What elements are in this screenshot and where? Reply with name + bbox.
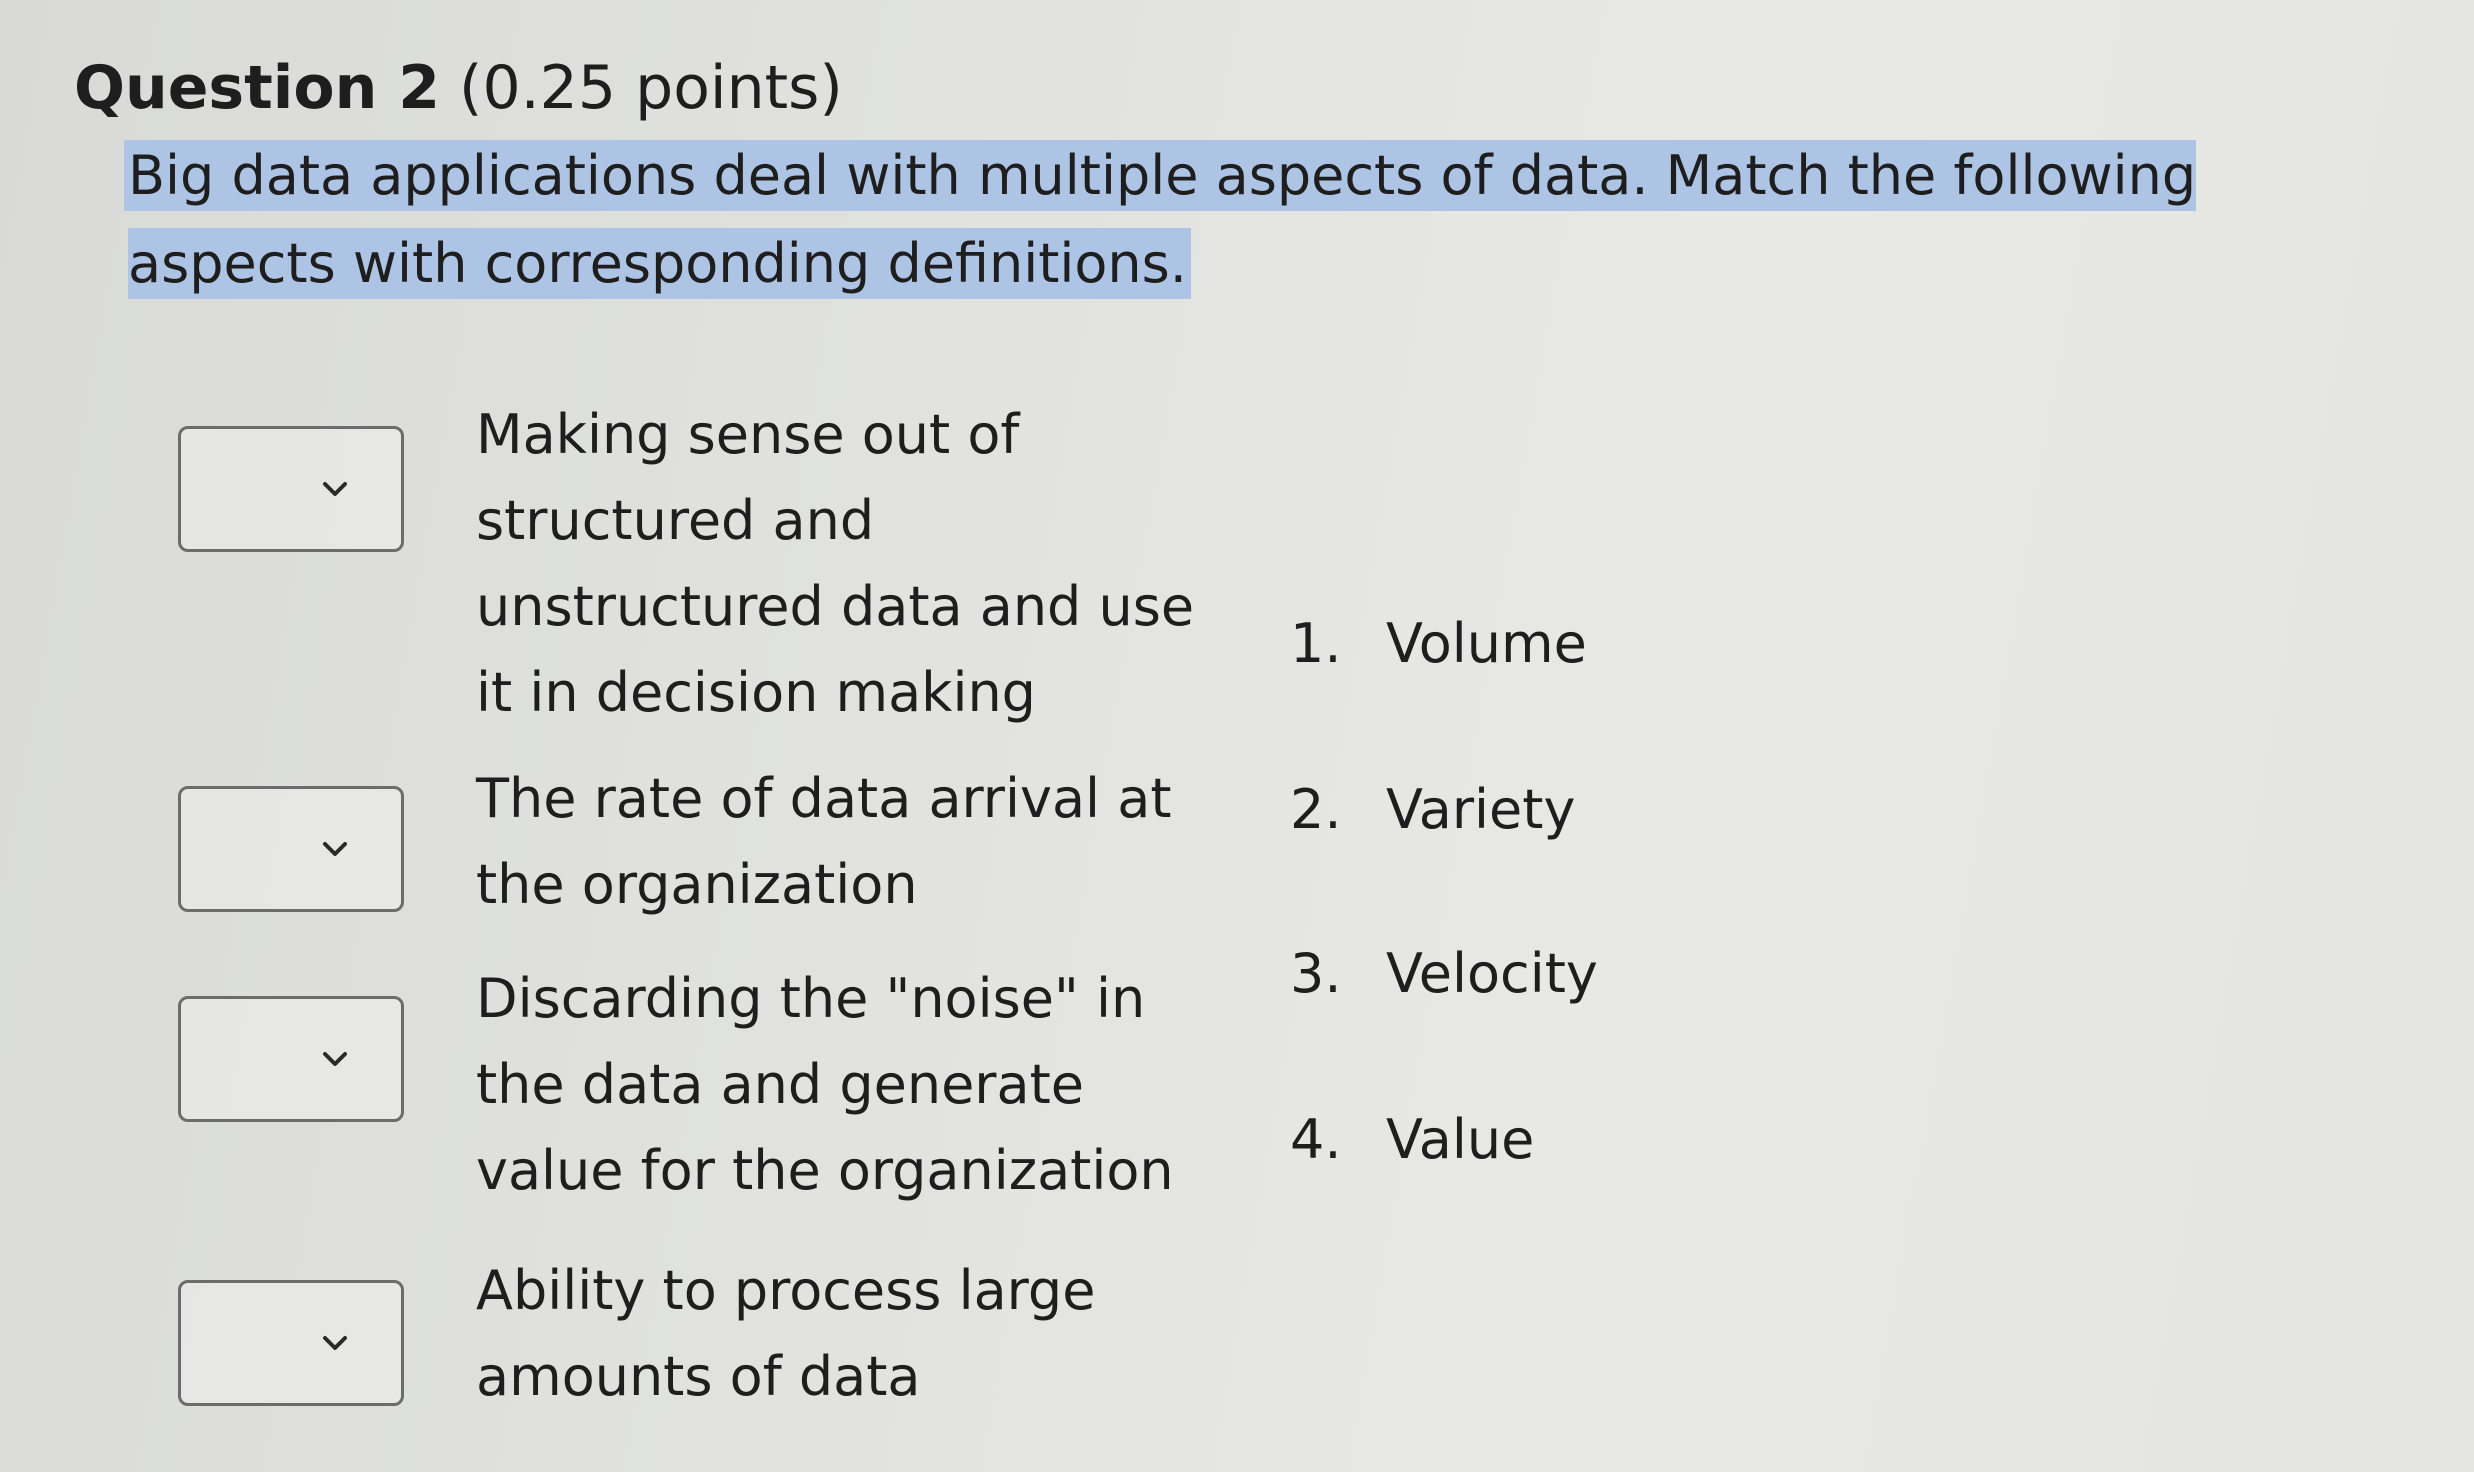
answer-label: Volume xyxy=(1386,612,1587,675)
answer-number: 3. xyxy=(1290,942,1342,1005)
answer-number: 4. xyxy=(1290,1108,1342,1171)
match-definition-3: Discarding the "noise" in the data and g… xyxy=(476,967,1174,1202)
chevron-down-icon xyxy=(323,842,347,856)
chevron-down-icon xyxy=(323,1052,347,1066)
match-definition-2: The rate of data arrival at the organiza… xyxy=(476,767,1172,916)
chevron-down-icon xyxy=(323,1336,347,1350)
answer-label: Value xyxy=(1386,1108,1535,1171)
answer-item-2: 2. Variety xyxy=(1290,770,1575,850)
match-select-1[interactable] xyxy=(178,426,404,552)
answer-item-4: 4. Value xyxy=(1290,1100,1534,1180)
match-select-2[interactable] xyxy=(178,786,404,912)
answer-number: 1. xyxy=(1290,612,1342,675)
answer-item-3: 3. Velocity xyxy=(1290,934,1598,1014)
answer-label: Variety xyxy=(1386,778,1576,841)
match-definition-1: Making sense out of structured and unstr… xyxy=(476,403,1195,724)
question-prompt: Big data applications deal with multiple… xyxy=(128,132,2328,308)
answer-item-1: 1. Volume xyxy=(1290,604,1587,684)
chevron-down-icon xyxy=(323,482,347,496)
question-title: Question 2 xyxy=(74,53,440,123)
question-points: (0.25 points) xyxy=(459,53,843,123)
question-header: Question 2 (0.25 points) xyxy=(74,48,843,128)
answer-number: 2. xyxy=(1290,778,1342,841)
question-prompt-text: Big data applications deal with multiple… xyxy=(128,144,2197,295)
answer-label: Velocity xyxy=(1386,942,1598,1005)
match-select-3[interactable] xyxy=(178,996,404,1122)
match-definition-4: Ability to process large amounts of data xyxy=(476,1259,1096,1408)
match-select-4[interactable] xyxy=(178,1280,404,1406)
